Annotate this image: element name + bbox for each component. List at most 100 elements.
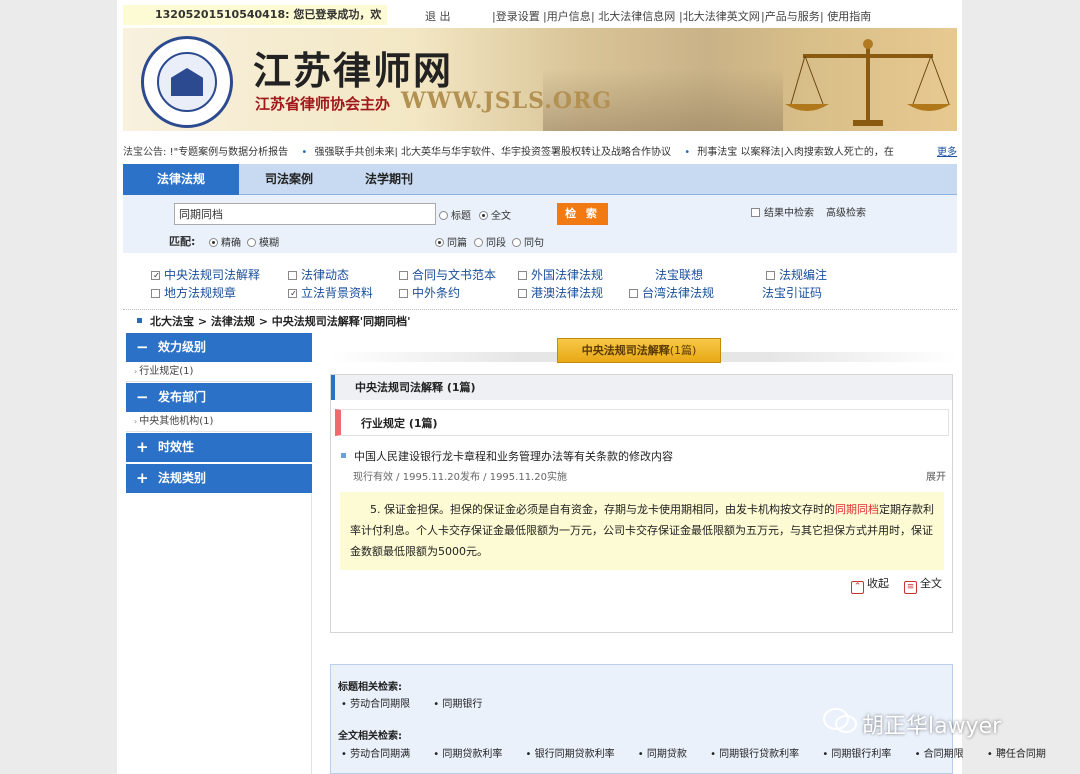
db-foreign-laws[interactable]: 外国法律法规 xyxy=(518,266,603,283)
db-legal-news[interactable]: 法律动态 xyxy=(288,266,349,283)
db-hk-macau-laws[interactable]: 港澳法律法规 xyxy=(518,284,603,301)
related-link[interactable]: • 同期贷款利率 xyxy=(433,749,512,760)
related-link[interactable]: • 同期贷款 xyxy=(638,749,697,760)
collapse-button[interactable]: ⌃ 收起 xyxy=(851,575,889,594)
snippet-highlight: 同期同档 xyxy=(835,503,879,516)
db-label: 立法背景资料 xyxy=(301,286,374,300)
db-annotations[interactable]: 法规编注 xyxy=(766,266,827,283)
match-exact-radio[interactable]: 精确 xyxy=(209,234,241,249)
related-link[interactable]: • 银行同期贷款利率 xyxy=(526,749,625,760)
related-link[interactable]: • 同期银行 xyxy=(433,699,492,710)
db-taiwan-laws[interactable]: 台湾法律法规 xyxy=(629,284,714,301)
scope-fulltext-radio[interactable]: 全文 xyxy=(479,207,511,222)
scope-title-radio[interactable]: 标题 xyxy=(439,207,471,222)
related-link[interactable]: • 劳动合同期满 xyxy=(341,749,420,760)
related-link-text: 劳动合同期满 xyxy=(350,749,411,760)
products-link[interactable]: |产品与服务 xyxy=(761,8,820,24)
facet-law-type[interactable]: + 法规类别 xyxy=(126,464,312,493)
search-in-results-label: 结果中检索 xyxy=(764,208,814,219)
match-label: 匹配: xyxy=(169,235,196,248)
related-link[interactable]: • 同期银行利率 xyxy=(822,749,901,760)
facet-item-central-other[interactable]: › 中央其他机构(1) xyxy=(126,412,312,432)
more-link[interactable]: 更多 xyxy=(933,143,957,157)
expand-icon: + xyxy=(136,469,149,487)
announcement-item[interactable]: !"专题案例与数据分析报告 xyxy=(170,147,289,157)
bullet-icon: • xyxy=(301,147,308,157)
tab-journals[interactable]: 法学期刊 xyxy=(339,164,439,195)
match-fuzzy-radio[interactable]: 模糊 xyxy=(247,234,279,249)
sidebar-spacer xyxy=(126,493,312,774)
db-lawbao-link[interactable]: 法宝联想 xyxy=(655,266,703,283)
search-button[interactable]: 检 索 xyxy=(557,203,608,225)
result-category-tab[interactable]: 中央法规司法解释(1篇) xyxy=(557,338,721,363)
site-url: WWW.JSLS.ORG xyxy=(401,88,613,114)
facet-label: 法规类别 xyxy=(158,471,207,485)
result-title[interactable]: 中国人民建设银行龙卡章程和业务管理办法等有关条款的修改内容 xyxy=(341,448,673,464)
db-citation-code[interactable]: 法宝引证码 xyxy=(762,284,822,301)
db-contracts[interactable]: 合同与文书范本 xyxy=(399,266,496,283)
db-legislative-background[interactable]: 立法背景资料 xyxy=(288,284,373,301)
result-snippet: 5. 保证金担保。担保的保证金必须是自有资金，存期与龙卡使用期相同，由发卡机构按… xyxy=(340,492,944,570)
facet-item-industry-rules[interactable]: › 行业规定(1) xyxy=(126,362,312,382)
tab-laws[interactable]: 法律法规 xyxy=(123,164,239,195)
facet-effect-level[interactable]: − 效力级别 xyxy=(126,333,312,362)
announcement-item[interactable]: 强强联手共创未来| 北大英华与华宇软件、华宇投资签署股权转让及战略合作协议 xyxy=(314,147,671,157)
db-label: 台湾法律法规 xyxy=(642,286,715,300)
bullet-icon xyxy=(341,453,346,458)
results-subheader: 行业规定 (1篇) xyxy=(335,409,949,436)
related-link[interactable]: • 聘任合同期 xyxy=(987,749,1056,760)
db-label: 外国法律法规 xyxy=(531,268,604,282)
breadcrumb: 北大法宝 > 法律法规 > 中央法规司法解释'同期同档' xyxy=(137,313,411,329)
login-status: 13205201510540418: 您已登录成功，欢迎使用! xyxy=(123,5,387,41)
range-sentence-radio[interactable]: 同句 xyxy=(512,234,544,249)
db-treaties[interactable]: 中外条约 xyxy=(399,284,460,301)
related-link-text: 同期贷款利率 xyxy=(442,749,503,760)
site-banner[interactable]: 江苏律师网 江苏省律师协会主办 WWW.JSLS.ORG xyxy=(123,28,957,131)
announcement-item[interactable]: 刑事法宝 以案释法|入肉搜索致人死亡的，在 xyxy=(697,147,894,157)
collapse-icon: ⌃ xyxy=(851,581,864,594)
related-link[interactable]: • 劳动合同期限 xyxy=(341,699,420,710)
related-link-text: 劳动合同期限 xyxy=(350,699,411,710)
breadcrumb-text[interactable]: 北大法宝 > 法律法规 > 中央法规司法解释'同期同档' xyxy=(150,315,411,328)
related-link[interactable]: • 合同期限 xyxy=(915,749,974,760)
match-fuzzy-label: 模糊 xyxy=(259,238,279,249)
bullet-icon xyxy=(137,318,142,323)
search-input[interactable] xyxy=(174,203,436,225)
tab-cases[interactable]: 司法案例 xyxy=(239,164,339,195)
facet-issuer[interactable]: − 发布部门 xyxy=(126,383,312,412)
pkulaw-link[interactable]: | 北大法律信息网 xyxy=(591,8,675,24)
checkbox-icon xyxy=(399,271,408,280)
related-link-text: 聘任合同期 xyxy=(995,749,1046,760)
title-related-label: 标题相关检索: xyxy=(338,682,402,693)
expand-link[interactable]: 展开 xyxy=(926,468,946,483)
db-label: 法规编注 xyxy=(779,268,828,282)
result-meta: 现行有效 / 1995.11.20发布 / 1995.11.20实施 xyxy=(353,472,567,483)
search-panel: 标题 全文 检 索 结果中检索 高级检索 匹配: 精确 模糊 同篇 同段 同句 xyxy=(123,195,957,253)
user-info-link[interactable]: |用户信息 xyxy=(543,8,591,24)
radio-icon xyxy=(479,211,488,220)
range-article-radio[interactable]: 同篇 xyxy=(435,234,467,249)
login-settings-link[interactable]: |登录设置 xyxy=(492,8,540,24)
guide-link[interactable]: | 使用指南 xyxy=(820,8,871,24)
related-link[interactable]: • 同期银行贷款利率 xyxy=(710,749,809,760)
search-in-results-checkbox[interactable]: 结果中检索 xyxy=(751,204,814,219)
db-label: 中外条约 xyxy=(412,286,461,300)
advanced-search-link[interactable]: 高级检索 xyxy=(826,204,866,219)
facet-label: 效力级别 xyxy=(158,340,207,354)
bullet-icon: • xyxy=(684,147,691,157)
radio-icon xyxy=(435,238,444,247)
range-paragraph-radio[interactable]: 同段 xyxy=(474,234,506,249)
scope-fulltext-label: 全文 xyxy=(491,211,511,222)
facet-label: 发布部门 xyxy=(158,390,207,404)
watermark-text: 胡正华lawyer xyxy=(862,714,1002,739)
related-link-text: 同期银行贷款利率 xyxy=(719,749,800,760)
logout-link[interactable]: 退 出 xyxy=(425,8,451,24)
pkulaw-english-link[interactable]: |北大法律英文网 xyxy=(679,8,760,24)
facet-validity[interactable]: + 时效性 xyxy=(126,433,312,462)
db-local-laws[interactable]: 地方法规规章 xyxy=(151,284,236,301)
result-title-text[interactable]: 中国人民建设银行龙卡章程和业务管理办法等有关条款的修改内容 xyxy=(354,450,673,463)
fulltext-button[interactable]: ≡ 全文 xyxy=(904,575,942,594)
result-tab-label: 中央法规司法解释 xyxy=(581,344,670,357)
checkbox-icon xyxy=(766,271,775,280)
db-central-laws[interactable]: 中央法规司法解释 xyxy=(151,266,260,283)
